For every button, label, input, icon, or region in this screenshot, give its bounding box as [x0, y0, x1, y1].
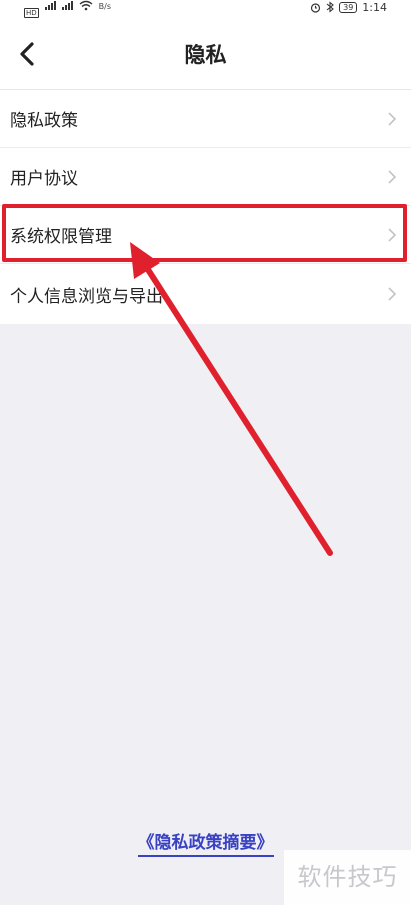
network-speed: B/s: [98, 2, 112, 11]
list-item-label: 隐私政策: [10, 111, 78, 131]
alarm-icon: [311, 2, 321, 13]
list-item-personal-info-export[interactable]: 个人信息浏览与导出: [0, 264, 411, 324]
privacy-summary-link-text: 《隐私政策摘要》: [137, 833, 274, 857]
page-title: 隐私: [184, 43, 227, 67]
wifi-icon: [79, 0, 93, 11]
list-item-privacy-policy[interactable]: 隐私政策: [0, 90, 411, 148]
chevron-right-icon: [388, 169, 397, 184]
list-item-user-agreement[interactable]: 用户协议: [0, 148, 411, 206]
status-bar: HD B/s 39 1:14: [0, 0, 411, 20]
battery-icon: 39: [339, 1, 358, 13]
signal-icon: [44, 0, 56, 10]
status-time: 1:14: [362, 0, 387, 14]
list-item-label: 用户协议: [10, 169, 78, 189]
hd-icon: HD: [24, 8, 39, 18]
list-item-label: 系统权限管理: [10, 227, 112, 247]
chevron-right-icon: [388, 111, 397, 126]
list-item-system-permissions[interactable]: 系统权限管理: [0, 206, 411, 264]
status-left: HD B/s: [24, 0, 111, 20]
list-item-label: 个人信息浏览与导出: [10, 286, 163, 307]
signal-icon-2: [61, 0, 73, 10]
watermark: 软件技巧: [284, 850, 411, 905]
chevron-right-icon: [388, 227, 397, 242]
status-right: 39 1:14: [310, 0, 387, 14]
nav-bar: 隐私: [0, 20, 411, 90]
bluetooth-icon: [326, 1, 334, 13]
screen: HD B/s 39 1:14 隐私 隐私政策 用户协议 系统权限管理 个人信息浏…: [0, 0, 411, 905]
settings-list: 隐私政策 用户协议 系统权限管理 个人信息浏览与导出: [0, 90, 411, 324]
chevron-right-icon: [388, 287, 397, 301]
